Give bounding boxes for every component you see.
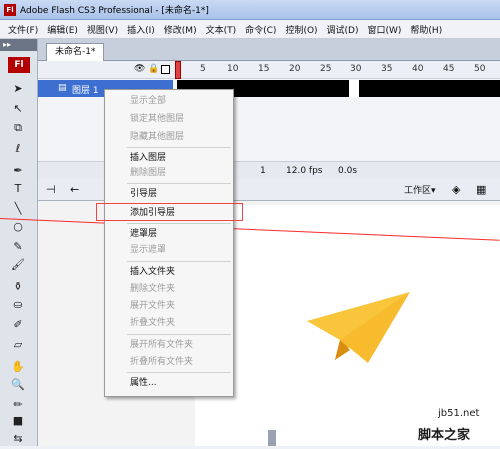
hand-tool-icon[interactable]: ✋ xyxy=(9,357,27,375)
frame-rate: 12.0 fps xyxy=(286,166,323,176)
frame-number: 35 xyxy=(381,64,393,74)
menu-modify[interactable]: 修改(M) xyxy=(164,23,197,36)
document-tab-bar: 未命名-1* xyxy=(38,39,500,61)
menu-file[interactable]: 文件(F) xyxy=(8,23,38,36)
watermark-url: jb51.net xyxy=(438,408,480,419)
menu-edit[interactable]: 编辑(E) xyxy=(47,23,78,36)
context-menu: 显示全部 锁定其他图层 隐藏其他图层 插入图层 删除图层 引导层 添加引导层 遮… xyxy=(104,89,234,397)
app-icon: Fl xyxy=(4,3,16,16)
menu-insert[interactable]: 插入(I) xyxy=(127,23,155,36)
frame-number: 40 xyxy=(412,64,424,74)
lock-all-icon[interactable]: 🔒 xyxy=(148,64,159,74)
line-tool-icon[interactable]: ╲ xyxy=(9,199,27,217)
menu-insert-layer[interactable]: 插入图层 xyxy=(105,151,233,165)
flash-logo: Fl xyxy=(8,57,30,73)
lasso-tool-icon[interactable]: ℓ xyxy=(9,139,27,157)
menu-help[interactable]: 帮助(H) xyxy=(410,23,442,36)
outline-all-icon[interactable] xyxy=(161,65,170,74)
menu-lock-others[interactable]: 锁定其他图层 xyxy=(105,112,233,126)
swap-colors-icon[interactable]: ⇆ xyxy=(9,429,27,447)
menu-collapse-folder[interactable]: 折叠文件夹 xyxy=(105,316,233,330)
menu-hide-others[interactable]: 隐藏其他图层 xyxy=(105,130,233,144)
frame-number: 45 xyxy=(443,64,455,74)
current-frame: 1 xyxy=(260,166,266,176)
menu-separator xyxy=(127,372,231,373)
tools-collapse-icon[interactable]: ▸▸ xyxy=(0,39,37,51)
brush-tool-icon[interactable]: 🖌 xyxy=(9,255,27,273)
timeline-header: 👁 🔒 5 10 15 20 25 30 35 40 45 50 xyxy=(38,61,500,79)
edit-scene-icon[interactable]: ▦ xyxy=(476,183,486,196)
menu-control[interactable]: 控制(O) xyxy=(285,23,317,36)
subselection-tool-icon[interactable]: ↖ xyxy=(9,99,27,117)
keyframe-marker xyxy=(349,80,359,97)
menu-show-all[interactable]: 显示全部 xyxy=(105,94,233,108)
frame-number: 5 xyxy=(200,64,206,74)
scene-icon[interactable]: ⊣ xyxy=(46,183,56,196)
menu-debug[interactable]: 调试(D) xyxy=(327,23,359,36)
watermark-text: 脚本之家 xyxy=(418,428,471,443)
free-transform-tool-icon[interactable]: ⧉ xyxy=(9,119,27,137)
paint-bucket-tool-icon[interactable]: ⛀ xyxy=(9,295,27,313)
show-hide-all-icon[interactable]: 👁 xyxy=(134,64,145,74)
menu-delete-layer[interactable]: 删除图层 xyxy=(105,166,233,180)
selection-tool-icon[interactable]: ➤ xyxy=(9,79,27,97)
menu-separator xyxy=(127,183,231,184)
elapsed-time: 0.0s xyxy=(338,166,358,176)
menu-window[interactable]: 窗口(W) xyxy=(368,23,402,36)
frame-number: 30 xyxy=(350,64,362,74)
menu-mask[interactable]: 遮罩层 xyxy=(105,227,233,241)
menu-show-masking[interactable]: 显示遮罩 xyxy=(105,243,233,257)
menu-insert-folder[interactable]: 插入文件夹 xyxy=(105,265,233,279)
playhead[interactable] xyxy=(175,61,181,79)
pencil-tool-icon[interactable]: ✎ xyxy=(9,237,27,255)
menu-delete-folder[interactable]: 删除文件夹 xyxy=(105,282,233,296)
frame-number: 15 xyxy=(258,64,270,74)
workspace-button[interactable]: 工作区▾ xyxy=(404,183,436,196)
frame-number: 50 xyxy=(474,64,486,74)
menu-collapse-all-folders[interactable]: 折叠所有文件夹 xyxy=(105,355,233,369)
edit-symbols-icon[interactable]: ◈ xyxy=(452,183,460,196)
fill-color-icon[interactable]: ■ xyxy=(9,411,27,429)
menu-bar: 文件(F) 编辑(E) 视图(V) 插入(I) 修改(M) 文本(T) 命令(C… xyxy=(0,20,500,39)
layer-icon: ▤ xyxy=(58,83,67,93)
eyedropper-tool-icon[interactable]: ✐ xyxy=(9,315,27,333)
menu-expand-all-folders[interactable]: 展开所有文件夹 xyxy=(105,338,233,352)
title-bar: Fl Adobe Flash CS3 Professional - [未命名-1… xyxy=(0,0,500,20)
menu-text[interactable]: 文本(T) xyxy=(206,23,237,36)
menu-expand-folder[interactable]: 展开文件夹 xyxy=(105,299,233,313)
tab-untitled-1[interactable]: 未命名-1* xyxy=(46,43,105,61)
frame-number: 10 xyxy=(227,64,239,74)
menu-separator xyxy=(127,147,231,148)
ink-bottle-tool-icon[interactable]: ⚱ xyxy=(9,277,27,295)
menu-guide[interactable]: 引导层 xyxy=(105,187,233,201)
back-arrow-icon[interactable]: ← xyxy=(70,183,79,196)
window-title: Adobe Flash CS3 Professional - [未命名-1*] xyxy=(20,6,209,16)
pen-tool-icon[interactable]: ✒ xyxy=(9,161,27,179)
menu-properties[interactable]: 属性... xyxy=(105,376,233,390)
tools-panel: ▸▸ Fl ➤ ↖ ⧉ ℓ ✒ T ╲ ○ ✎ 🖌 ⚱ ⛀ ✐ ▱ ✋ 🔍 ✏ … xyxy=(0,39,38,446)
horizontal-scrollbar[interactable] xyxy=(268,430,276,446)
highlight-box xyxy=(96,203,243,221)
menu-commands[interactable]: 命令(C) xyxy=(245,23,276,36)
menu-separator xyxy=(127,223,231,224)
eraser-tool-icon[interactable]: ▱ xyxy=(9,335,27,353)
zoom-tool-icon[interactable]: 🔍 xyxy=(9,375,27,393)
frame-number: 20 xyxy=(289,64,301,74)
layer-name: 图层 1 xyxy=(72,86,99,96)
menu-separator xyxy=(127,334,231,335)
frame-number: 25 xyxy=(320,64,332,74)
text-tool-icon[interactable]: T xyxy=(9,179,27,197)
menu-view[interactable]: 视图(V) xyxy=(87,23,118,36)
menu-separator xyxy=(127,261,231,262)
